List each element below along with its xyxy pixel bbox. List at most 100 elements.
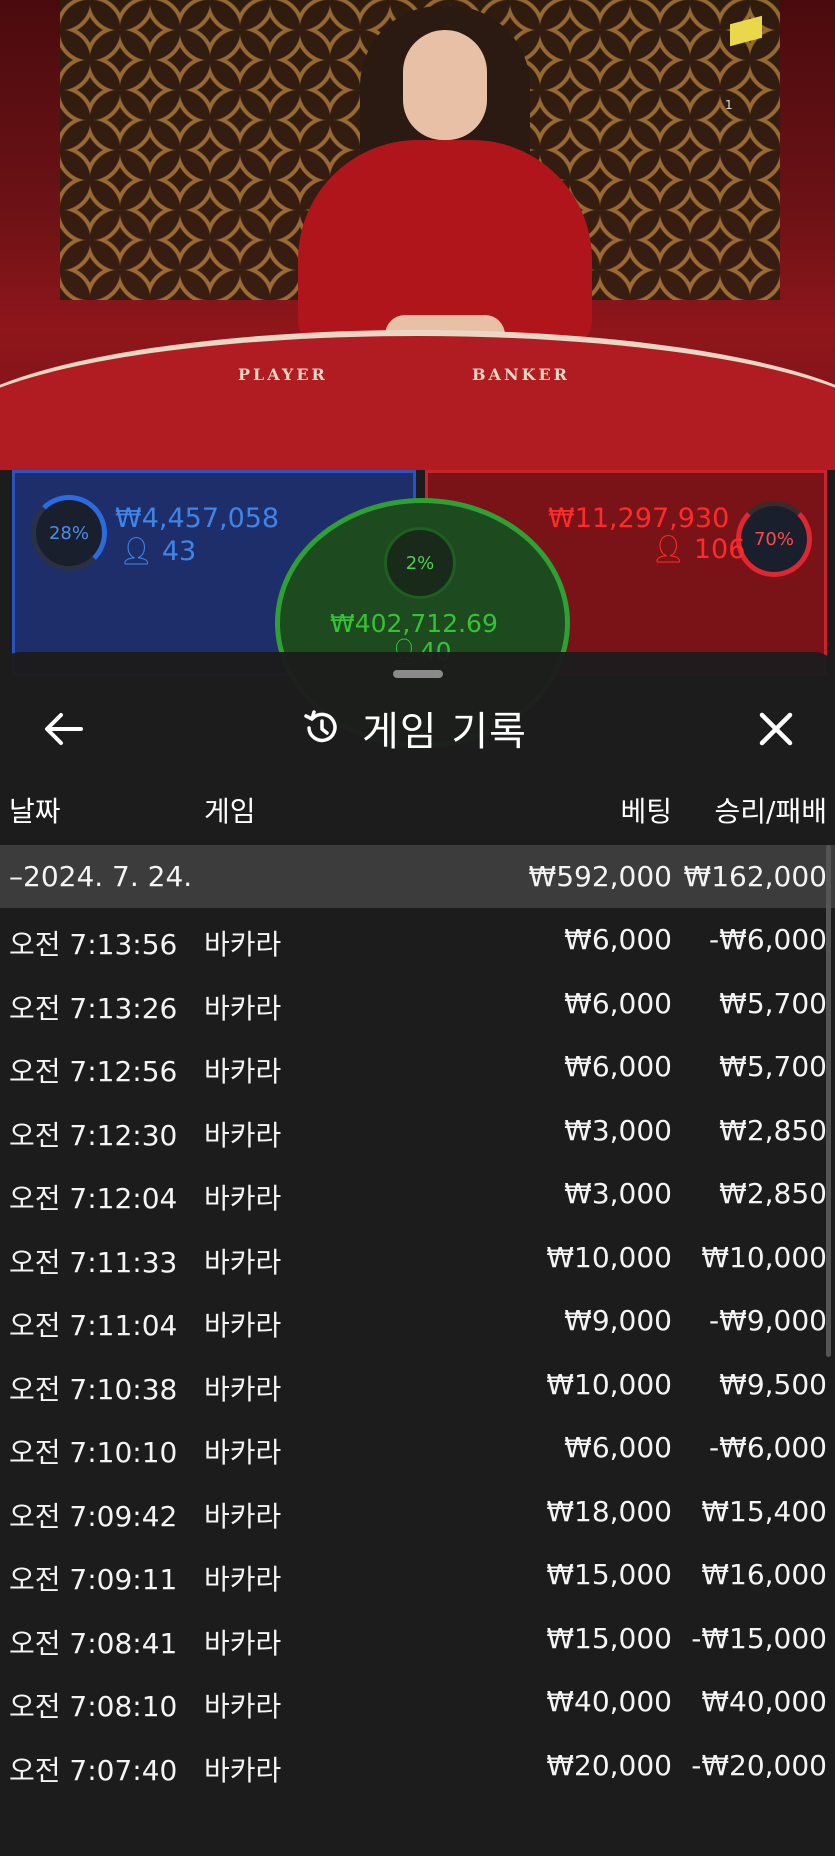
row-game: 바카라 — [204, 1690, 282, 1723]
row-time: 오전 7:11:33 — [9, 1245, 178, 1279]
history-row[interactable]: 오전 7:09:11 바카라 ₩15,000 ₩16,000 — [0, 1543, 835, 1606]
person-icon: 👤︎ — [119, 536, 154, 567]
player-percent: 28% — [48, 522, 89, 544]
person-icon: 👤︎ — [651, 534, 686, 565]
row-time: 오전 7:13:26 — [9, 991, 178, 1025]
column-result: 승리/패배 — [714, 795, 827, 828]
close-icon — [759, 712, 793, 746]
row-result: ₩15,400 — [701, 1494, 827, 1528]
row-time: 오전 7:12:56 — [9, 1055, 178, 1088]
row-result: ₩9,500 — [719, 1367, 827, 1401]
row-game: 바카라 — [204, 1436, 282, 1469]
sheet-title-text: 게임 기록 — [362, 709, 527, 755]
column-bet: 베팅 — [620, 795, 672, 828]
row-bet: ₩10,000 — [546, 1367, 672, 1401]
dealer-face — [403, 30, 487, 140]
row-result: ₩10,000 — [701, 1240, 827, 1274]
game-history-sheet: 게임 기록 날짜 게임 베팅 승리/패배 –2024. 7. 24. ₩592,… — [0, 652, 835, 1856]
row-game: 바카라 — [204, 1753, 282, 1787]
row-time: 오전 7:09:42 — [9, 1499, 178, 1533]
live-video: 1 PLAYER BANKER — [0, 0, 835, 470]
row-time: 오전 7:10:10 — [9, 1436, 178, 1469]
history-row[interactable]: 오전 7:11:33 바카라 ₩10,000 ₩10,000 — [0, 1226, 835, 1289]
history-row[interactable]: 오전 7:08:41 바카라 ₩15,000 -₩15,000 — [0, 1607, 835, 1670]
row-result: -₩15,000 — [691, 1621, 827, 1655]
row-bet: ₩40,000 — [546, 1685, 672, 1718]
row-result: ₩16,000 — [701, 1558, 827, 1591]
row-result: ₩40,000 — [701, 1685, 827, 1718]
history-row[interactable]: 오전 7:10:10 바카라 ₩6,000 -₩6,000 — [0, 1416, 835, 1479]
row-result: ₩5,700 — [719, 986, 827, 1020]
row-game: 바카라 — [204, 1182, 282, 1215]
history-row[interactable]: 오전 7:08:10 바카라 ₩40,000 ₩40,000 — [0, 1670, 835, 1733]
date-group-row[interactable]: –2024. 7. 24. ₩592,000 ₩162,000 — [0, 845, 835, 908]
sheet-header: 게임 기록 — [0, 692, 835, 762]
row-time: 오전 7:08:41 — [9, 1626, 178, 1660]
row-time: 오전 7:12:30 — [9, 1118, 178, 1152]
row-time: 오전 7:12:04 — [9, 1182, 178, 1215]
row-bet: ₩15,000 — [546, 1558, 672, 1591]
history-row[interactable]: 오전 7:13:56 바카라 ₩6,000 -₩6,000 — [0, 908, 835, 971]
sheet-title: 게임 기록 — [300, 702, 527, 755]
row-game: 바카라 — [204, 1499, 282, 1533]
history-row[interactable]: 오전 7:07:40 바카라 ₩20,000 -₩20,000 — [0, 1734, 835, 1797]
player-count: 👤︎ 43 — [119, 536, 197, 567]
column-game: 게임 — [204, 795, 256, 828]
row-game: 바카라 — [204, 991, 282, 1025]
column-headers: 날짜 게임 베팅 승리/패배 — [0, 788, 835, 828]
row-time: 오전 7:10:38 — [9, 1372, 178, 1406]
row-bet: ₩6,000 — [564, 1431, 672, 1464]
column-date: 날짜 — [9, 795, 61, 828]
row-game: 바카라 — [204, 1118, 282, 1152]
row-time: 오전 7:07:40 — [9, 1753, 178, 1787]
row-game: 바카라 — [204, 1309, 282, 1342]
history-row[interactable]: 오전 7:12:30 바카라 ₩3,000 ₩2,850 — [0, 1099, 835, 1162]
date-group-date: –2024. 7. 24. — [9, 860, 193, 893]
row-bet: ₩9,000 — [564, 1304, 672, 1337]
row-bet: ₩15,000 — [546, 1621, 672, 1655]
banker-percent-ring: 70% — [736, 501, 812, 577]
back-button[interactable] — [38, 704, 88, 754]
row-result: -₩20,000 — [691, 1748, 827, 1782]
history-row[interactable]: 오전 7:13:26 바카라 ₩6,000 ₩5,700 — [0, 972, 835, 1035]
history-row[interactable]: 오전 7:09:42 바카라 ₩18,000 ₩15,400 — [0, 1480, 835, 1543]
row-result: -₩9,000 — [709, 1304, 827, 1337]
history-row[interactable]: 오전 7:12:04 바카라 ₩3,000 ₩2,850 — [0, 1162, 835, 1225]
sheet-drag-handle[interactable] — [393, 670, 443, 678]
row-game: 바카라 — [204, 1563, 282, 1596]
close-button[interactable] — [749, 702, 803, 756]
player-percent-ring: 28% — [31, 495, 107, 571]
date-group-bet: ₩592,000 — [528, 860, 672, 893]
row-result: ₩2,850 — [719, 1113, 827, 1147]
row-game: 바카라 — [204, 1245, 282, 1279]
tie-percent-ring: 2% — [384, 527, 456, 599]
dealer — [290, 0, 600, 360]
row-bet: ₩6,000 — [564, 923, 672, 956]
history-row[interactable]: 오전 7:12:56 바카라 ₩6,000 ₩5,700 — [0, 1035, 835, 1098]
history-row[interactable]: 오전 7:10:38 바카라 ₩10,000 ₩9,500 — [0, 1353, 835, 1416]
row-bet: ₩18,000 — [546, 1494, 672, 1528]
row-result: ₩5,700 — [719, 1050, 827, 1083]
date-group-result: ₩162,000 — [683, 860, 827, 893]
camera-number: 1 — [725, 98, 733, 112]
tie-amount: ₩402,712.69 — [330, 609, 498, 638]
row-bet: ₩20,000 — [546, 1748, 672, 1782]
row-result: -₩6,000 — [709, 923, 827, 956]
row-result: ₩2,850 — [719, 1177, 827, 1210]
scrollbar[interactable] — [826, 845, 831, 1357]
row-game: 바카라 — [204, 1372, 282, 1406]
row-result: -₩6,000 — [709, 1431, 827, 1464]
row-game: 바카라 — [204, 1055, 282, 1088]
row-time: 오전 7:11:04 — [9, 1309, 178, 1342]
tie-percent: 2% — [405, 552, 435, 574]
row-game: 바카라 — [204, 928, 282, 961]
row-bet: ₩3,000 — [564, 1177, 672, 1210]
row-time: 오전 7:13:56 — [9, 928, 178, 961]
row-time: 오전 7:08:10 — [9, 1690, 178, 1723]
player-amount: ₩4,457,058 — [115, 503, 280, 534]
felt-banker-label: BANKER — [472, 365, 570, 384]
history-row[interactable]: 오전 7:11:04 바카라 ₩9,000 -₩9,000 — [0, 1289, 835, 1352]
row-time: 오전 7:09:11 — [9, 1563, 178, 1596]
banker-percent: 70% — [753, 528, 794, 550]
banker-count: 👤︎ 106 — [651, 534, 746, 565]
